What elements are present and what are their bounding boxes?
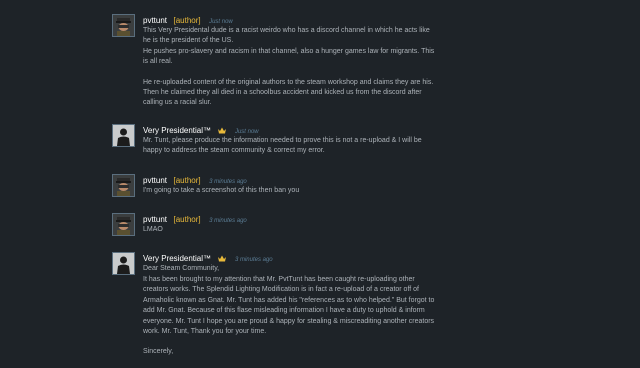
comment-body: I'm going to take a screenshot of this t… [143,186,452,196]
comment-line: This Very Presidental dude is a racist w… [143,27,430,34]
comment-line: happy to address the steam community & c… [143,147,325,155]
soldier-avatar-icon [113,15,134,36]
comment-line: Then he claimed they all died in a schoo… [143,89,422,97]
comment-line: calling us a racial slur. [143,99,212,107]
comment-line: He re-uploaded content of the original a… [143,78,434,86]
avatar[interactable] [112,252,135,276]
comment-line: creators works. The Splendid Lighting Mo… [143,286,420,294]
comment-line: Mr. Tunt, please produce the information… [143,136,422,144]
soldier-avatar-icon [113,214,134,236]
comment-line: Dear Steam Community, [143,265,220,273]
avatar[interactable] [112,14,135,37]
comment-line: everyone. Mr. Tunt I hope you are proud … [143,317,435,325]
comment-line: add Mr. Gnat. Because of this flase misl… [143,307,425,315]
comment: Very Presidential™ 3 minutes ago Dear St… [112,250,452,357]
soldier-avatar-icon [113,174,134,196]
comment-line: I'm going to take a screenshot of this t… [143,186,300,194]
avatar[interactable] [112,173,135,197]
comment-line: Armaholic known as Gnat. Mr. Tunt has ad… [143,296,435,304]
silhouette-avatar-icon [113,253,134,275]
comment-header: Very Presidential™ 3 minutes ago [143,250,452,264]
crown-icon [218,251,227,265]
comment-body: Mr. Tunt, please produce the information… [143,136,452,157]
comment: Very Presidential™ Just now Mr. Tunt, pl… [112,122,452,157]
comment-line: It has been brought to my attention that… [143,275,415,283]
comment-timestamp: 3 minutes ago [234,257,273,264]
comment: pvttunt [author] Just now This Very Pres… [112,12,452,109]
comment-header: pvttunt [author] 3 minutes ago [143,172,452,186]
comment-body: This Very Presidental dude is a racist w… [143,26,452,109]
author-tag: [author] [173,215,201,225]
comment-line: He pushes pro-slavery and racism in that… [143,47,435,55]
comment-header: Very Presidential™ Just now [143,122,452,136]
comment-header: pvttunt [author] 3 minutes ago [143,211,452,225]
avatar[interactable] [112,123,135,147]
crown-icon [218,123,227,137]
comment-line: he is the president of the US. [143,37,234,45]
comment-line: work. Mr. Tunt, Thank you for your time. [143,327,267,335]
comment-timestamp: 3 minutes ago [209,218,247,225]
comment-body: Dear Steam Community, It has been brough… [143,264,452,357]
comment-line: is all real. [143,58,173,66]
comment-line: Sincerely, [143,348,174,356]
comment: pvttunt [author] 3 minutes ago I'm going… [112,172,452,197]
comment-thread: pvttunt [author] Just now This Very Pres… [112,12,452,368]
avatar[interactable] [112,213,135,237]
silhouette-avatar-icon [113,124,134,146]
comment: pvttunt [author] 3 minutes ago LMAO [112,211,452,237]
comment-header: pvttunt [author] Just now [143,12,452,26]
